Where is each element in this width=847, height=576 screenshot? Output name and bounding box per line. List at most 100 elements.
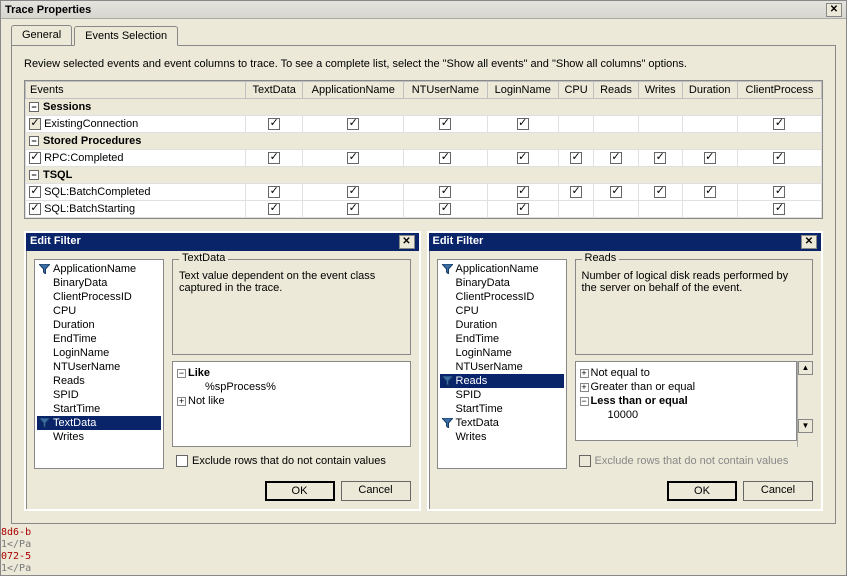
col-loginname[interactable]: LoginName <box>487 82 558 99</box>
field-cpu[interactable]: CPU <box>440 304 564 318</box>
funnel-icon <box>39 418 50 428</box>
field-binarydata[interactable]: BinaryData <box>440 276 564 290</box>
col-writes[interactable]: Writes <box>638 82 682 99</box>
exclude-checkbox[interactable] <box>176 455 188 467</box>
field-applicationname[interactable]: ApplicationName <box>440 262 564 276</box>
cell-checkbox[interactable] <box>439 203 451 215</box>
cell-checkbox[interactable] <box>268 152 280 164</box>
criteria-tree[interactable]: −Like %spProcess% +Not like <box>172 361 411 447</box>
field-ntusername[interactable]: NTUserName <box>37 360 161 374</box>
events-grid: Events TextData ApplicationName NTUserNa… <box>24 80 823 219</box>
close-icon[interactable]: ✕ <box>399 235 415 249</box>
field-applicationname[interactable]: ApplicationName <box>37 262 161 276</box>
expand-icon[interactable]: + <box>580 383 589 392</box>
collapse-icon[interactable]: − <box>29 136 39 146</box>
event-label: SQL:BatchCompleted <box>44 186 150 198</box>
criteria-like-value[interactable]: %spProcess% <box>177 380 406 394</box>
cancel-button[interactable]: Cancel <box>743 481 813 501</box>
field-clientprocessid[interactable]: ClientProcessID <box>37 290 161 304</box>
col-ntusername[interactable]: NTUserName <box>404 82 487 99</box>
col-reads[interactable]: Reads <box>594 82 639 99</box>
field-starttime[interactable]: StartTime <box>37 402 161 416</box>
cell-checkbox[interactable] <box>773 203 785 215</box>
field-binarydata[interactable]: BinaryData <box>37 276 161 290</box>
field-endtime[interactable]: EndTime <box>440 332 564 346</box>
cell-checkbox[interactable] <box>268 203 280 215</box>
field-cpu[interactable]: CPU <box>37 304 161 318</box>
event-checkbox[interactable] <box>29 186 41 198</box>
cell-checkbox[interactable] <box>347 186 359 198</box>
field-clientprocessid[interactable]: ClientProcessID <box>440 290 564 304</box>
filter-field-list[interactable]: ApplicationName BinaryData ClientProcess… <box>437 259 567 469</box>
criteria-lte-value[interactable]: 10000 <box>580 408 793 422</box>
col-duration[interactable]: Duration <box>682 82 737 99</box>
cell-checkbox[interactable] <box>773 118 785 130</box>
event-checkbox <box>29 118 41 130</box>
expand-icon[interactable]: + <box>177 397 186 406</box>
filter-field-list[interactable]: ApplicationName BinaryData ClientProcess… <box>34 259 164 469</box>
tab-events-selection[interactable]: Events Selection <box>74 26 178 46</box>
col-applicationname[interactable]: ApplicationName <box>303 82 404 99</box>
expand-icon[interactable]: + <box>580 369 589 378</box>
col-events[interactable]: Events <box>26 82 246 99</box>
cell-checkbox[interactable] <box>439 118 451 130</box>
cell-checkbox[interactable] <box>704 186 716 198</box>
cell-checkbox[interactable] <box>439 186 451 198</box>
field-ntusername[interactable]: NTUserName <box>440 360 564 374</box>
col-cpu[interactable]: CPU <box>558 82 593 99</box>
col-clientprocess[interactable]: ClientProcess <box>737 82 821 99</box>
cell-checkbox[interactable] <box>654 186 666 198</box>
ok-button[interactable]: OK <box>265 481 335 501</box>
collapse-icon[interactable]: − <box>580 397 589 406</box>
event-checkbox[interactable] <box>29 203 41 215</box>
field-duration[interactable]: Duration <box>440 318 564 332</box>
ok-button[interactable]: OK <box>667 481 737 501</box>
cell-checkbox[interactable] <box>570 152 582 164</box>
cell-checkbox[interactable] <box>439 152 451 164</box>
cell-checkbox[interactable] <box>517 203 529 215</box>
cell-checkbox[interactable] <box>610 186 622 198</box>
field-starttime[interactable]: StartTime <box>440 402 564 416</box>
field-textdata[interactable]: TextData <box>37 416 161 430</box>
exclude-label: Exclude rows that do not contain values <box>192 455 386 467</box>
cell-checkbox[interactable] <box>773 152 785 164</box>
scroll-up-icon[interactable]: ▲ <box>798 361 813 375</box>
cell-checkbox[interactable] <box>347 203 359 215</box>
field-reads[interactable]: Reads <box>440 374 564 388</box>
collapse-icon[interactable]: − <box>29 170 39 180</box>
scroll-down-icon[interactable]: ▼ <box>798 419 813 433</box>
col-textdata[interactable]: TextData <box>246 82 303 99</box>
cell-checkbox[interactable] <box>347 152 359 164</box>
close-icon[interactable]: ✕ <box>826 3 842 17</box>
cell-checkbox[interactable] <box>347 118 359 130</box>
collapse-icon[interactable]: − <box>177 369 186 378</box>
field-spid[interactable]: SPID <box>37 388 161 402</box>
criteria-tree[interactable]: +Not equal to +Greater than or equal −Le… <box>575 361 798 441</box>
cell-checkbox[interactable] <box>517 152 529 164</box>
cell-checkbox[interactable] <box>517 186 529 198</box>
field-loginname[interactable]: LoginName <box>37 346 161 360</box>
cell-checkbox[interactable] <box>570 186 582 198</box>
field-writes[interactable]: Writes <box>440 430 564 444</box>
field-textdata[interactable]: TextData <box>440 416 564 430</box>
cell-checkbox[interactable] <box>268 118 280 130</box>
event-label: RPC:Completed <box>44 152 123 164</box>
field-duration[interactable]: Duration <box>37 318 161 332</box>
tab-general[interactable]: General <box>11 25 72 45</box>
field-loginname[interactable]: LoginName <box>440 346 564 360</box>
cell-checkbox[interactable] <box>704 152 716 164</box>
scrollbar[interactable]: ▲ ▼ <box>797 361 813 447</box>
field-writes[interactable]: Writes <box>37 430 161 444</box>
field-reads[interactable]: Reads <box>37 374 161 388</box>
cell-checkbox[interactable] <box>654 152 666 164</box>
cell-checkbox[interactable] <box>773 186 785 198</box>
close-icon[interactable]: ✕ <box>801 235 817 249</box>
field-spid[interactable]: SPID <box>440 388 564 402</box>
event-checkbox[interactable] <box>29 152 41 164</box>
cell-checkbox[interactable] <box>610 152 622 164</box>
cancel-button[interactable]: Cancel <box>341 481 411 501</box>
cell-checkbox[interactable] <box>517 118 529 130</box>
field-endtime[interactable]: EndTime <box>37 332 161 346</box>
cell-checkbox[interactable] <box>268 186 280 198</box>
collapse-icon[interactable]: − <box>29 102 39 112</box>
